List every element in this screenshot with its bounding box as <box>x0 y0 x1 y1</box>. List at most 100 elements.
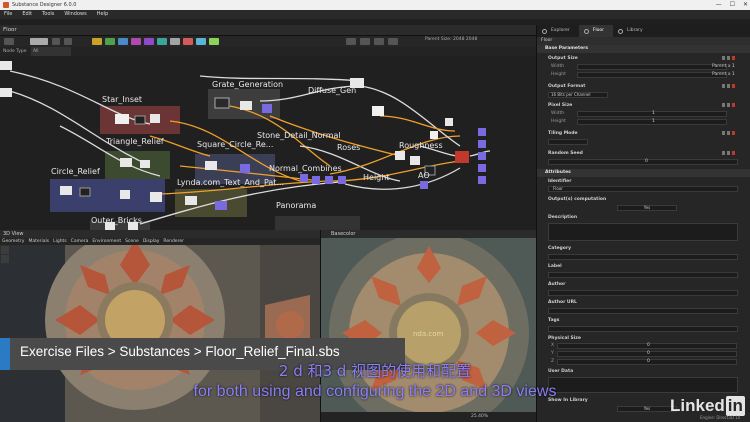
graph-node[interactable] <box>215 201 227 210</box>
param-controls[interactable] <box>722 56 744 61</box>
menu-help[interactable]: Help <box>97 10 108 19</box>
menu-renderer[interactable]: Renderer <box>163 238 184 245</box>
pin-button[interactable] <box>374 38 384 45</box>
graph-node[interactable] <box>0 88 12 97</box>
menu-tools[interactable]: Tools <box>42 10 54 19</box>
graph-node[interactable] <box>262 104 272 113</box>
param-controls[interactable] <box>722 131 744 136</box>
output-format-select[interactable]: 16 Bits per Channel <box>548 92 608 98</box>
color-swatch[interactable] <box>157 38 167 45</box>
graph-node[interactable] <box>205 161 217 170</box>
section-base-parameters[interactable]: Base Parameters <box>537 45 750 53</box>
zoom-field[interactable] <box>30 38 48 45</box>
output-node[interactable] <box>478 152 486 160</box>
layout-button[interactable] <box>388 38 398 45</box>
menu-edit[interactable]: Edit <box>22 10 32 19</box>
identifier-field[interactable]: Floor <box>548 186 738 192</box>
graph-node[interactable] <box>115 114 129 124</box>
pan-tool-icon[interactable] <box>1 255 9 263</box>
color-swatch[interactable] <box>118 38 128 45</box>
width-field[interactable] <box>577 64 727 70</box>
parent-size-width[interactable]: 2048 <box>453 37 464 42</box>
graph-node[interactable] <box>120 158 132 167</box>
tiling-mode-select[interactable] <box>548 139 588 145</box>
frame-button[interactable] <box>346 38 356 45</box>
color-swatch[interactable] <box>209 38 219 45</box>
tab-explorer[interactable]: Explorer <box>537 25 579 37</box>
parent-size-control[interactable]: Parent Size: 2048 2048 <box>425 37 477 42</box>
2d-view-tab[interactable]: Basecolor <box>321 230 536 238</box>
frame-panorama[interactable] <box>275 216 360 230</box>
menu-windows[interactable]: Windows <box>64 10 86 19</box>
graph-node[interactable] <box>325 176 333 184</box>
output-node[interactable] <box>478 164 486 172</box>
section-attributes[interactable]: Attributes <box>537 169 750 177</box>
graph-node[interactable] <box>240 164 250 173</box>
graph-node[interactable] <box>134 115 146 125</box>
graph-node[interactable] <box>410 156 420 165</box>
rotate-tool-icon[interactable] <box>1 246 9 254</box>
output-node[interactable] <box>478 176 486 184</box>
grid-button[interactable] <box>64 38 72 45</box>
frame-circle-relief[interactable] <box>50 179 165 212</box>
menu-geometry[interactable]: Geometry <box>2 238 24 245</box>
height-field[interactable] <box>577 72 727 78</box>
graph-node[interactable] <box>150 114 160 123</box>
color-swatch[interactable] <box>170 38 180 45</box>
tab-floor[interactable]: Floor <box>578 25 613 37</box>
frame-triangle-relief[interactable] <box>105 151 170 179</box>
graph-node[interactable] <box>420 181 428 189</box>
param-controls[interactable] <box>722 151 744 156</box>
graph-node[interactable] <box>185 196 197 205</box>
menu-file[interactable]: File <box>4 10 12 19</box>
random-seed-field[interactable] <box>548 159 738 165</box>
node-type-select[interactable]: All <box>30 47 71 56</box>
description-field[interactable] <box>548 223 738 241</box>
label-field[interactable] <box>548 272 738 278</box>
color-swatch[interactable] <box>144 38 154 45</box>
graph-node[interactable] <box>60 186 72 195</box>
graph-node[interactable] <box>120 190 130 199</box>
minimize-button[interactable]: — <box>716 0 722 10</box>
select-tool-button[interactable] <box>4 38 14 45</box>
maximize-button[interactable]: ☐ <box>730 0 735 10</box>
parent-size-height[interactable]: 2048 <box>466 37 477 42</box>
graph-node[interactable] <box>150 192 162 202</box>
output-node[interactable] <box>478 128 486 136</box>
graph-node[interactable] <box>0 61 12 70</box>
category-field[interactable] <box>548 254 738 260</box>
param-controls[interactable] <box>722 84 744 89</box>
color-swatch[interactable] <box>196 38 206 45</box>
graph-node[interactable] <box>445 118 453 126</box>
graph-node[interactable] <box>395 151 405 160</box>
tab-library[interactable]: Library <box>613 25 652 37</box>
color-swatch[interactable] <box>105 38 115 45</box>
graph-node[interactable] <box>140 160 150 168</box>
graph-node[interactable] <box>430 131 438 139</box>
color-swatch[interactable] <box>183 38 193 45</box>
author-url-field[interactable] <box>548 308 738 314</box>
color-swatch[interactable] <box>92 38 102 45</box>
tags-field[interactable] <box>548 326 738 332</box>
menu-camera[interactable]: Camera <box>71 238 89 245</box>
color-swatch[interactable] <box>131 38 141 45</box>
graph-tab[interactable]: Floor <box>0 25 536 36</box>
menu-materials[interactable]: Materials <box>28 238 49 245</box>
graph-node[interactable] <box>300 174 308 182</box>
graph-node[interactable] <box>240 101 252 110</box>
graph-node[interactable] <box>338 176 346 184</box>
menu-lights[interactable]: Lights <box>53 238 67 245</box>
graph-node[interactable] <box>214 97 230 109</box>
graph-node[interactable] <box>312 176 320 184</box>
output-node[interactable] <box>478 140 486 148</box>
show-in-library-select[interactable]: Yes <box>617 406 677 412</box>
3d-view-tab[interactable]: 3D View <box>0 230 320 238</box>
graph-node[interactable] <box>372 106 384 116</box>
menu-display[interactable]: Display <box>143 238 160 245</box>
graph-node[interactable] <box>79 187 91 197</box>
menu-environment[interactable]: Environment <box>92 238 121 245</box>
graph-node[interactable] <box>455 151 469 163</box>
outputs-computation-select[interactable]: Yes <box>617 205 677 211</box>
author-field[interactable] <box>548 290 738 296</box>
comment-button[interactable] <box>360 38 370 45</box>
